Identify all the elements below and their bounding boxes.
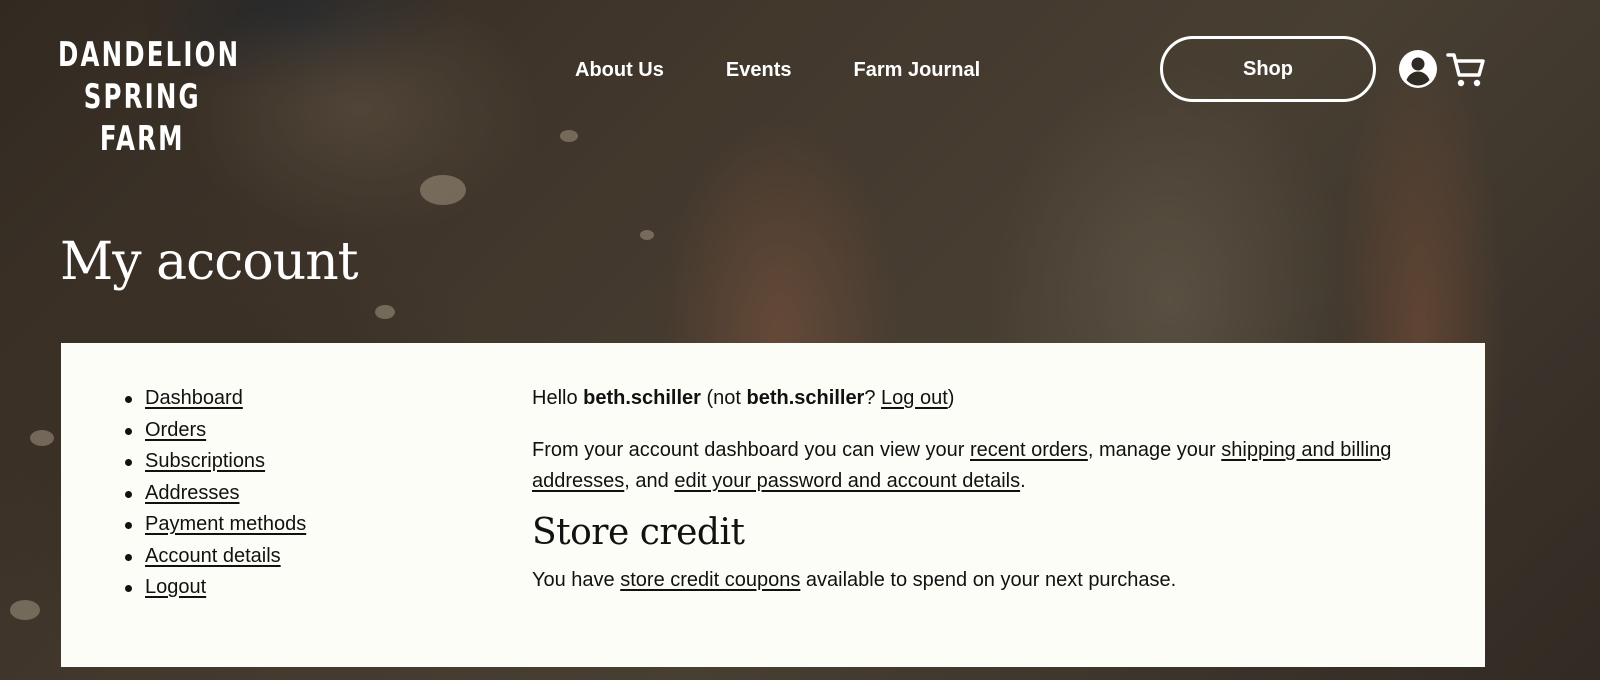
account-nav-item: Logout [125, 572, 306, 604]
site-logo[interactable]: DANDELION SPRING FARM [58, 34, 238, 160]
account-navigation: Dashboard Orders Subscriptions Addresses… [125, 383, 306, 604]
account-card: Dashboard Orders Subscriptions Addresses… [61, 343, 1485, 667]
dashboard-intro: From your account dashboard you can view… [532, 435, 1432, 497]
main-nav: About Us Events Farm Journal [575, 56, 1042, 84]
intro-text-1: From your account dashboard you can view… [532, 439, 970, 461]
account-nav-dashboard[interactable]: Dashboard [145, 387, 243, 409]
dashboard-content: Hello beth.schiller (not beth.schiller? … [532, 383, 1432, 596]
greeting-question: ? [864, 387, 882, 409]
store-credit-text-1: You have [532, 569, 621, 591]
logo-line-1: DANDELION [58, 35, 241, 75]
store-credit-text: You have store credit coupons available … [532, 565, 1432, 596]
greeting-text: Hello beth.schiller (not beth.schiller? … [532, 383, 1432, 414]
account-nav-item: Subscriptions [125, 446, 306, 478]
shop-button[interactable]: Shop [1160, 36, 1376, 102]
account-nav-logout[interactable]: Logout [145, 576, 206, 598]
store-credit-coupons-link[interactable]: store credit coupons [620, 569, 800, 591]
recent-orders-link[interactable]: recent orders [970, 439, 1088, 461]
intro-text-4: . [1020, 470, 1026, 492]
edit-password-link[interactable]: edit your password and account details [674, 470, 1020, 492]
nav-events[interactable]: Events [726, 56, 792, 84]
account-nav-payment-methods[interactable]: Payment methods [145, 513, 306, 535]
username: beth.schiller [583, 387, 701, 409]
account-nav-subscriptions[interactable]: Subscriptions [145, 450, 265, 472]
username-repeat: beth.schiller [746, 387, 865, 409]
page-title: My account [60, 232, 359, 292]
account-nav-orders[interactable]: Orders [145, 419, 206, 441]
account-nav-addresses[interactable]: Addresses [145, 482, 240, 504]
nav-about-us[interactable]: About Us [575, 56, 664, 84]
log-out-link[interactable]: Log out [881, 387, 948, 409]
account-circle-icon[interactable] [1398, 49, 1438, 89]
intro-text-2: , manage your [1087, 439, 1222, 461]
cart-icon[interactable] [1446, 50, 1486, 90]
greeting-not: (not [700, 387, 747, 409]
greeting-hello: Hello [532, 387, 584, 409]
account-nav-item: Payment methods [125, 509, 306, 541]
account-nav-account-details[interactable]: Account details [145, 545, 281, 567]
account-nav-item: Account details [125, 541, 306, 573]
logo-line-2: SPRING [83, 77, 201, 117]
account-nav-item: Orders [125, 415, 306, 447]
intro-text-3: , and [624, 470, 675, 492]
account-nav-item: Dashboard [125, 383, 306, 415]
store-credit-text-2: available to spend on your next purchase… [800, 569, 1177, 591]
store-credit-heading: Store credit [532, 512, 745, 553]
account-nav-item: Addresses [125, 478, 306, 510]
logo-line-3: FARM [99, 119, 185, 159]
nav-farm-journal[interactable]: Farm Journal [853, 56, 980, 84]
greeting-close: ) [947, 387, 955, 409]
